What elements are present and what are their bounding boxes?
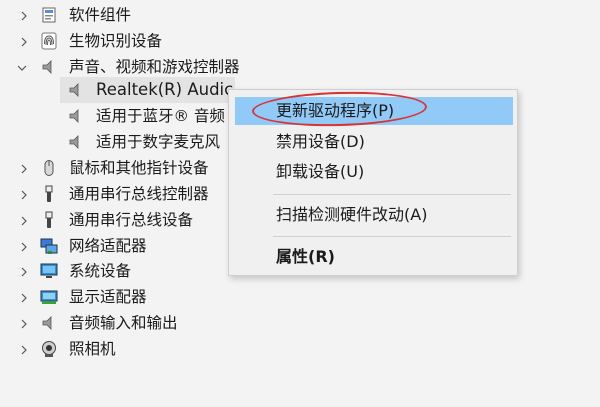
network-icon [40, 237, 58, 255]
tree-item-display-adapters[interactable]: 显示适配器 [0, 285, 220, 310]
camera-icon [40, 340, 58, 358]
speaker-icon [40, 58, 58, 76]
tree-item-system-devices[interactable]: 系统设备 [0, 259, 220, 284]
menu-item-label: 属性(R) [276, 247, 335, 266]
chevron-right-icon[interactable] [18, 318, 30, 330]
menu-item-label: 扫描检测硬件改动(A) [276, 205, 428, 224]
tree-item-label: 音频输入和输出 [69, 314, 178, 332]
chevron-right-icon[interactable] [18, 215, 30, 227]
chevron-right-icon[interactable] [18, 189, 30, 201]
usb-icon [40, 185, 58, 203]
menu-item-uninstall-device[interactable]: 卸载设备(U) [235, 158, 513, 186]
tree-item-label: 显示适配器 [69, 288, 147, 306]
menu-item-label: 卸载设备(U) [276, 162, 365, 181]
chevron-right-icon[interactable] [18, 163, 30, 175]
tree-item-label: 通用串行总线控制器 [69, 185, 209, 203]
chevron-right-icon[interactable] [18, 241, 30, 253]
mouse-icon [40, 159, 58, 177]
tree-item-realtek-audio[interactable]: Realtek(R) Audic [0, 78, 240, 103]
software-component-icon [40, 6, 58, 24]
tree-item-label: 生物识别设备 [69, 32, 163, 50]
menu-separator [273, 194, 511, 195]
tree-item-bluetooth-audio[interactable]: 适用于蓝牙® 音频 [0, 104, 230, 129]
tree-item-mice[interactable]: 鼠标和其他指针设备 [0, 156, 228, 181]
tree-item-software-components[interactable]: 软件组件 [0, 3, 220, 28]
tree-item-usb-controllers[interactable]: 通用串行总线控制器 [0, 182, 228, 207]
tree-item-network-adapters[interactable]: 网络适配器 [0, 234, 220, 259]
tree-item-label: Realtek(R) Audic [96, 80, 234, 99]
tree-item-digital-microphone[interactable]: 适用于数字麦克风 [0, 130, 230, 155]
menu-item-disable-device[interactable]: 禁用设备(D) [235, 128, 513, 156]
menu-item-properties[interactable]: 属性(R) [235, 243, 513, 271]
chevron-right-icon[interactable] [18, 36, 30, 48]
speaker-icon [40, 314, 58, 332]
display-adapter-icon [40, 288, 58, 306]
usb-icon [40, 211, 58, 229]
menu-item-scan-hardware-changes[interactable]: 扫描检测硬件改动(A) [235, 201, 513, 229]
monitor-icon [40, 262, 58, 280]
chevron-right-icon[interactable] [18, 292, 30, 304]
tree-item-label: 适用于数字麦克风 [96, 133, 221, 151]
tree-item-label: 照相机 [69, 340, 116, 358]
tree-item-label: 声音、视频和游戏控制器 [69, 58, 240, 76]
fingerprint-icon [40, 32, 58, 50]
tree-item-cameras[interactable]: 照相机 [0, 337, 220, 362]
tree-item-label: 网络适配器 [69, 237, 147, 255]
tree-item-label: 适用于蓝牙® 音频 [96, 107, 225, 125]
menu-item-label: 禁用设备(D) [276, 132, 365, 151]
tree-item-usb-devices[interactable]: 通用串行总线设备 [0, 208, 228, 233]
tree-item-label: 软件组件 [69, 6, 132, 24]
tree-item-label: 鼠标和其他指针设备 [69, 159, 209, 177]
tree-item-audio-inputs-outputs[interactable]: 音频输入和输出 [0, 311, 220, 336]
chevron-down-icon[interactable] [16, 62, 28, 74]
chevron-right-icon[interactable] [18, 344, 30, 356]
tree-item-biometric-devices[interactable]: 生物识别设备 [0, 29, 220, 54]
menu-separator [273, 236, 511, 237]
speaker-icon [67, 133, 85, 151]
tree-item-label: 系统设备 [69, 262, 132, 280]
tree-item-label: 通用串行总线设备 [69, 211, 194, 229]
chevron-right-icon[interactable] [18, 266, 30, 278]
speaker-icon [67, 107, 85, 125]
speaker-icon [67, 81, 85, 99]
chevron-right-icon[interactable] [18, 10, 30, 22]
